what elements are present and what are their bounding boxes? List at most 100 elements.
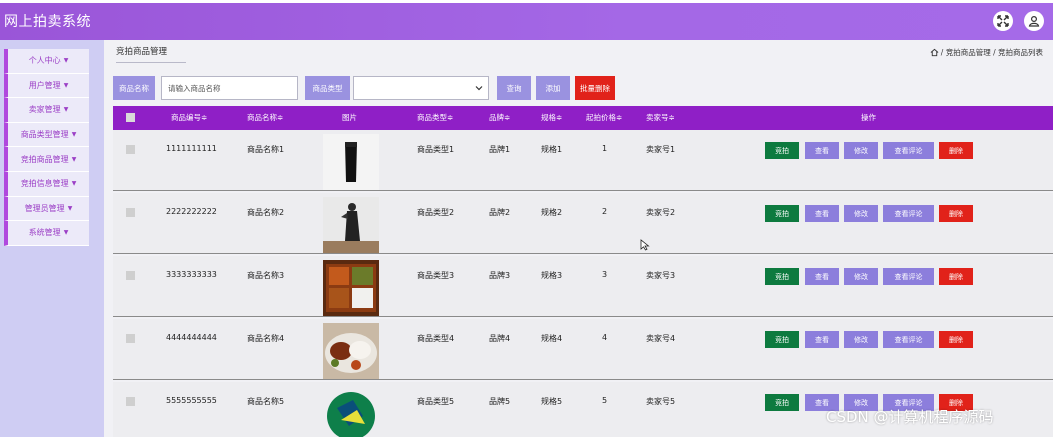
- cell-product-name: 商品名称5: [247, 397, 285, 406]
- cell-product-type: 商品类型2: [417, 208, 455, 217]
- sidebar-item-admin-management[interactable]: 管理员管理 ▼: [4, 196, 89, 222]
- cell-product-type: 商品类型4: [417, 334, 455, 343]
- table-row: 1111111111 商品名称1 商品类型1 品牌1 规格1 1 卖家号1 竞拍…: [113, 130, 1053, 191]
- sidebar-item-auction-product-management[interactable]: 竞拍商品管理 ▼: [4, 147, 89, 172]
- cell-spec: 规格1: [541, 145, 563, 154]
- edit-button[interactable]: 修改: [844, 331, 878, 348]
- sidebar-item-personal-center[interactable]: 个人中心 ▼: [4, 49, 89, 74]
- fullscreen-icon: [997, 15, 1009, 27]
- cell-start-price: 2: [602, 207, 608, 216]
- cell-product-id: 5555555555: [166, 396, 217, 405]
- column-header-spec[interactable]: 规格≑: [541, 106, 562, 130]
- sidebar-item-label: 系统管理: [28, 228, 61, 238]
- column-header-id[interactable]: 商品编号≑: [171, 106, 207, 130]
- sidebar-item-auction-info-management[interactable]: 竞拍信息管理 ▼: [4, 171, 89, 197]
- bid-button[interactable]: 竞拍: [765, 268, 799, 285]
- row-checkbox[interactable]: [126, 397, 135, 406]
- caret-down-icon: ▼: [63, 229, 69, 237]
- cell-start-price: 5: [602, 396, 608, 405]
- sidebar-menu: 个人中心 ▼ 用户管理 ▼ 卖家管理 ▼ 商品类型管理 ▼ 竞拍商品管理 ▼ 竞拍信息管理…: [4, 49, 89, 246]
- caret-down-icon: ▼: [63, 81, 69, 89]
- bid-button[interactable]: 竞拍: [765, 394, 799, 411]
- fullscreen-button[interactable]: [993, 11, 1013, 31]
- table-row: 2222222222 商品名称2 商品类型2 品牌2 规格2 2 卖家号2 竞拍…: [113, 193, 1053, 254]
- app-root: 网上拍卖系统 个人中心 ▼ 用户管理 ▼ 卖家管理 ▼ 商品类型管理 ▼ 竞拍商品管理 ▼…: [0, 0, 1053, 437]
- caret-down-icon: ▼: [71, 131, 77, 139]
- cell-start-price: 4: [602, 333, 608, 342]
- column-header-type[interactable]: 商品类型≑: [417, 106, 453, 130]
- bid-button[interactable]: 竞拍: [765, 205, 799, 222]
- caret-down-icon: ▼: [63, 106, 69, 114]
- product-image: [323, 386, 379, 437]
- sidebar-item-system-management[interactable]: 系统管理 ▼: [4, 221, 89, 246]
- delete-button[interactable]: 删除: [939, 331, 973, 348]
- row-checkbox[interactable]: [126, 145, 135, 154]
- cell-product-id: 3333333333: [166, 270, 217, 279]
- sidebar-item-user-management[interactable]: 用户管理 ▼: [4, 73, 89, 99]
- edit-button[interactable]: 修改: [844, 142, 878, 159]
- query-button[interactable]: 查询: [497, 76, 531, 100]
- view-reviews-button[interactable]: 查看评论: [883, 268, 934, 285]
- product-image: [323, 197, 379, 253]
- sidebar-item-label: 个人中心: [28, 56, 61, 66]
- product-image: [323, 323, 379, 379]
- home-icon[interactable]: [930, 48, 939, 57]
- product-type-label: 商品类型: [305, 76, 350, 100]
- row-checkbox[interactable]: [126, 271, 135, 280]
- sidebar-item-label: 竞拍商品管理: [20, 154, 69, 164]
- user-menu-button[interactable]: [1024, 11, 1044, 31]
- view-reviews-button[interactable]: 查看评论: [883, 142, 934, 159]
- breadcrumb: / 竞拍商品管理 / 竞拍商品列表: [930, 47, 1043, 58]
- caret-down-icon: ▼: [67, 204, 73, 212]
- product-type-select[interactable]: [353, 76, 489, 100]
- sidebar-item-label: 管理员管理: [24, 203, 65, 213]
- bid-button[interactable]: 竞拍: [765, 331, 799, 348]
- view-button[interactable]: 查看: [805, 331, 839, 348]
- cell-product-id: 2222222222: [166, 207, 217, 216]
- row-checkbox[interactable]: [126, 208, 135, 217]
- column-header-name[interactable]: 商品名称≑: [247, 106, 283, 130]
- cell-product-name: 商品名称1: [247, 145, 285, 154]
- sidebar-item-label: 商品类型管理: [20, 130, 69, 140]
- delete-button[interactable]: 删除: [939, 142, 973, 159]
- cell-brand: 品牌3: [489, 271, 511, 280]
- cell-seller: 卖家号2: [646, 208, 676, 217]
- app-title: 网上拍卖系统: [4, 14, 91, 30]
- table-row: 4444444444 商品名称4 商品类型4 品牌4 规格4 4 卖家号4 竞拍…: [113, 319, 1053, 380]
- delete-button[interactable]: 删除: [939, 268, 973, 285]
- cell-brand: 品牌5: [489, 397, 511, 406]
- search-bar: 商品名称 请输入商品名称 商品类型 查询 添加 批量删除: [104, 65, 1053, 105]
- page-title: 竞拍商品管理: [116, 45, 186, 63]
- product-name-input[interactable]: 请输入商品名称: [161, 76, 298, 100]
- batch-delete-button[interactable]: 批量删除: [575, 76, 615, 100]
- breadcrumb-trail[interactable]: / 竞拍商品管理 / 竞拍商品列表: [941, 47, 1043, 58]
- add-button[interactable]: 添加: [536, 76, 570, 100]
- sidebar-item-seller-management[interactable]: 卖家管理 ▼: [4, 98, 89, 123]
- view-reviews-button[interactable]: 查看评论: [883, 205, 934, 222]
- cell-spec: 规格2: [541, 208, 563, 217]
- column-header-seller[interactable]: 卖家号≑: [646, 106, 675, 130]
- view-button[interactable]: 查看: [805, 142, 839, 159]
- cell-spec: 规格5: [541, 397, 563, 406]
- row-checkbox[interactable]: [126, 334, 135, 343]
- cell-spec: 规格3: [541, 271, 563, 280]
- view-button[interactable]: 查看: [805, 268, 839, 285]
- cell-start-price: 3: [602, 270, 608, 279]
- select-all-checkbox[interactable]: [126, 113, 135, 122]
- delete-button[interactable]: 删除: [939, 205, 973, 222]
- bid-button[interactable]: 竞拍: [765, 142, 799, 159]
- product-table: 商品编号≑ 商品名称≑ 图片 商品类型≑ 品牌≑ 规格≑ 起拍价格≑ 卖家号≑ …: [113, 106, 1053, 437]
- column-header-brand[interactable]: 品牌≑: [489, 106, 510, 130]
- edit-button[interactable]: 修改: [844, 268, 878, 285]
- view-reviews-button[interactable]: 查看评论: [883, 331, 934, 348]
- cell-brand: 品牌2: [489, 208, 511, 217]
- column-header-start-price[interactable]: 起拍价格≑: [586, 106, 622, 130]
- cell-product-type: 商品类型3: [417, 271, 455, 280]
- table-header: 商品编号≑ 商品名称≑ 图片 商品类型≑ 品牌≑ 规格≑ 起拍价格≑ 卖家号≑ …: [113, 106, 1053, 130]
- sidebar-item-label: 竞拍信息管理: [20, 179, 69, 189]
- edit-button[interactable]: 修改: [844, 205, 878, 222]
- view-button[interactable]: 查看: [805, 205, 839, 222]
- cell-seller: 卖家号1: [646, 145, 676, 154]
- column-header-image: 图片: [342, 113, 357, 122]
- sidebar-item-product-type-management[interactable]: 商品类型管理 ▼: [4, 122, 89, 148]
